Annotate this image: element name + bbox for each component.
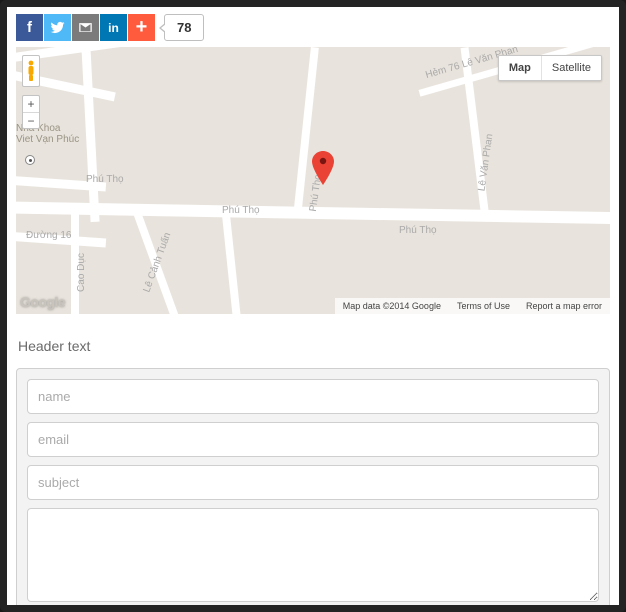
contact-form-section: Header text — [16, 314, 610, 612]
road-label: Phú Thọ — [399, 225, 437, 236]
google-logo: Google — [20, 294, 65, 310]
map-type-toggle: Map Satellite — [498, 55, 602, 81]
map-type-map[interactable]: Map — [499, 56, 541, 80]
share-twitter-button[interactable] — [44, 14, 71, 41]
terms-link[interactable]: Terms of Use — [449, 298, 518, 314]
zoom-in-button[interactable]: + — [23, 96, 39, 112]
map-marker-icon — [312, 151, 334, 185]
road-label: Phú Thọ — [222, 205, 260, 216]
email-input[interactable] — [27, 422, 599, 457]
road-label: Phú Thọ — [86, 174, 124, 185]
map-attribution: Map data ©2014 Google Terms of Use Repor… — [335, 298, 610, 314]
message-textarea[interactable] — [27, 508, 599, 602]
zoom-control: + − — [22, 95, 40, 129]
map-container[interactable]: Phú Thọ Phú Thọ Phú Thọ Đường 16 Cao Dục… — [16, 47, 610, 314]
share-addthis-button[interactable]: + — [128, 14, 155, 41]
share-linkedin-button[interactable]: in — [100, 14, 127, 41]
app-frame: f in + 78 Phú Thọ Phú Thọ Phú Thọ Đường … — [0, 0, 626, 612]
envelope-icon — [78, 20, 93, 35]
home-control[interactable] — [25, 155, 35, 165]
map-data-label: Map data ©2014 Google — [335, 298, 449, 314]
twitter-icon — [50, 20, 65, 35]
subject-input[interactable] — [27, 465, 599, 500]
share-count-badge: 78 — [164, 14, 204, 41]
contact-form — [16, 368, 610, 612]
share-toolbar: f in + 78 — [16, 14, 610, 41]
map-type-satellite[interactable]: Satellite — [541, 56, 601, 80]
form-header: Header text — [18, 338, 610, 354]
name-input[interactable] — [27, 379, 599, 414]
report-error-link[interactable]: Report a map error — [518, 298, 610, 314]
pegman-icon — [26, 60, 36, 82]
share-facebook-button[interactable]: f — [16, 14, 43, 41]
streetview-pegman[interactable] — [22, 55, 40, 87]
road-label: Cao Dục — [76, 253, 87, 292]
road-label: Đường 16 — [26, 230, 72, 241]
share-email-button[interactable] — [72, 14, 99, 41]
zoom-out-button[interactable]: − — [23, 112, 39, 128]
